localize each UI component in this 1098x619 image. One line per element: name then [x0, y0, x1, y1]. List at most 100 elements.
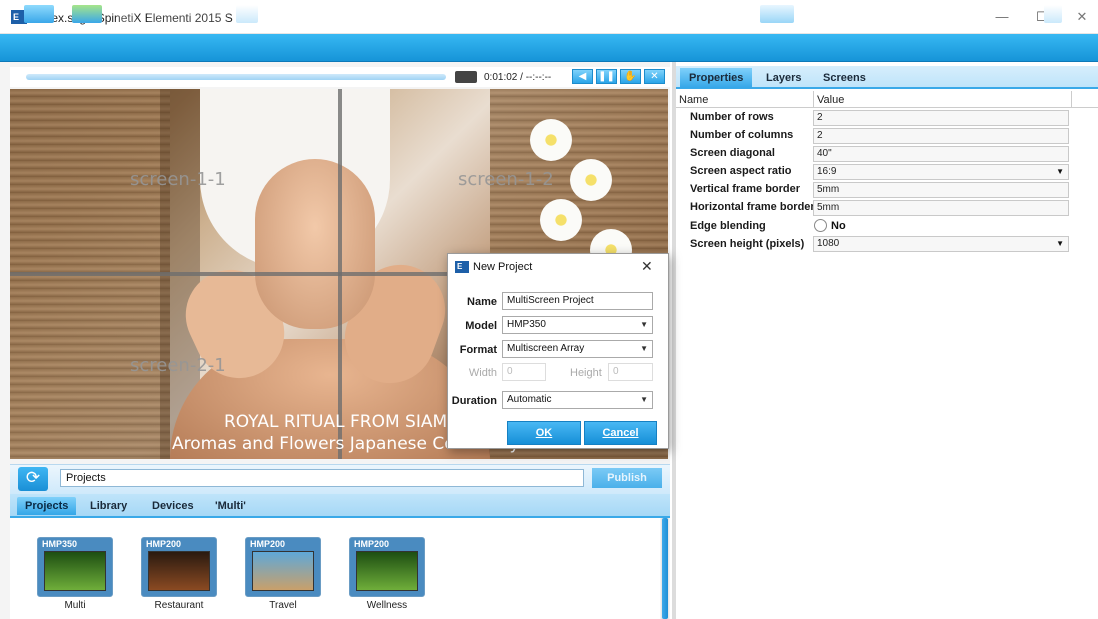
duration-select[interactable]: Automatic ▼	[502, 391, 653, 409]
column-separator	[1071, 91, 1072, 108]
project-tile-wellness[interactable]: HMP200	[349, 537, 425, 597]
chevron-down-icon: ▼	[640, 320, 648, 329]
project-tile-travel[interactable]: HMP200	[245, 537, 321, 597]
tab-screens[interactable]: Screens	[823, 72, 866, 84]
screen-label: screen-1-2	[458, 169, 554, 190]
property-name: Vertical frame border	[690, 183, 801, 195]
ok-button[interactable]: OK	[507, 421, 581, 445]
refresh-icon[interactable]: ⟳	[18, 467, 48, 491]
dialog-close-icon[interactable]: ✕	[641, 258, 653, 275]
toolbar	[0, 34, 1098, 62]
height-input[interactable]: 0	[608, 363, 653, 381]
pause-icon[interactable]: ❚❚	[596, 69, 617, 84]
screen-label: screen-1-1	[130, 169, 226, 190]
project-thumbnail	[252, 551, 314, 591]
bottom-tabs: Projects Library Devices 'Multi'	[10, 494, 670, 518]
help-icon[interactable]	[1068, 5, 1086, 23]
flower-icon	[530, 119, 572, 161]
face-shape	[255, 159, 375, 329]
duration-value: Automatic	[507, 394, 552, 405]
chevron-down-icon: ▼	[640, 395, 648, 404]
column-separator	[813, 91, 814, 108]
app-icon: E	[455, 261, 469, 273]
width-label: Width	[468, 367, 497, 379]
align-tools-icon[interactable]	[880, 5, 1030, 23]
project-thumbnail	[148, 551, 210, 591]
model-badge: HMP200	[354, 539, 390, 549]
project-name: Multi	[64, 600, 86, 611]
volume-icon[interactable]: ◀	[572, 69, 593, 84]
format-value: Multiscreen Array	[507, 343, 585, 354]
property-value-horizontal-border[interactable]: 5mm	[813, 200, 1069, 216]
tab-multi[interactable]: 'Multi'	[215, 500, 246, 512]
hand-icon[interactable]: ✋	[620, 69, 641, 84]
project-tile-multi[interactable]: HMP350	[37, 537, 113, 597]
tab-library[interactable]: Library	[90, 500, 127, 512]
format-label: Format	[459, 344, 497, 356]
layout-icon[interactable]	[760, 5, 794, 23]
cancel-button[interactable]: Cancel	[584, 421, 657, 445]
close-preview-icon[interactable]: ✕	[644, 69, 665, 84]
property-name: Edge blending	[690, 220, 766, 232]
document-icon[interactable]	[1044, 5, 1062, 23]
width-input[interactable]: 0	[502, 363, 546, 381]
time-readout: 0:01:02 / --:--:--	[484, 72, 552, 83]
tab-properties[interactable]: Properties	[680, 68, 753, 88]
property-select-screen-height[interactable]: 1080 ▼	[813, 236, 1069, 252]
property-value: 1080	[817, 238, 840, 249]
property-value-vertical-border[interactable]: 5mm	[813, 182, 1069, 198]
property-name: Number of rows	[690, 111, 774, 123]
project-name-input[interactable]: MultiScreen Project	[502, 292, 653, 310]
format-tools-icon[interactable]	[270, 5, 480, 23]
model-badge: HMP350	[42, 539, 78, 549]
new-document-icon[interactable]	[72, 5, 102, 23]
dialog-title: New Project	[473, 261, 533, 273]
font-select[interactable]	[492, 5, 572, 23]
property-value-columns[interactable]: 2	[813, 128, 1069, 144]
flower-icon	[540, 199, 582, 241]
tab-projects[interactable]: Projects	[17, 497, 77, 515]
menu-icon[interactable]	[24, 5, 54, 23]
model-select[interactable]: HMP350 ▼	[502, 316, 653, 334]
property-value: 16:9	[817, 166, 837, 177]
project-name: Restaurant	[154, 600, 204, 611]
flower-icon	[570, 159, 612, 201]
project-thumbnail	[356, 551, 418, 591]
project-thumbnail	[44, 551, 106, 591]
tab-layers[interactable]: Layers	[766, 72, 801, 84]
property-name: Number of columns	[690, 129, 794, 141]
edge-blending-value: No	[831, 220, 846, 232]
model-label: Model	[465, 320, 497, 332]
projects-path-input[interactable]: Projects	[60, 469, 584, 487]
column-header-value: Value	[817, 94, 845, 106]
undo-icon[interactable]	[236, 5, 258, 23]
save-icon[interactable]	[118, 5, 136, 23]
model-badge: HMP200	[146, 539, 182, 549]
project-name: Travel	[269, 600, 297, 611]
property-value-diagonal[interactable]: 40"	[813, 146, 1069, 162]
property-name: Screen aspect ratio	[690, 165, 792, 177]
edit-tools-icon[interactable]	[148, 5, 228, 23]
text-style-icon[interactable]	[620, 5, 750, 23]
format-select[interactable]: Multiscreen Array ▼	[502, 340, 653, 358]
model-value: HMP350	[507, 319, 546, 330]
screen-label: screen-2-1	[130, 355, 226, 376]
publish-button[interactable]: Publish	[592, 468, 662, 488]
duration-label: Duration	[451, 395, 497, 407]
project-tile-restaurant[interactable]: HMP200	[141, 537, 217, 597]
scrollbar-thumb[interactable]	[662, 518, 668, 619]
height-label: Height	[570, 367, 602, 379]
tab-devices[interactable]: Devices	[152, 500, 194, 512]
property-name: Screen height (pixels)	[690, 238, 805, 250]
property-select-aspect-ratio[interactable]: 16:9 ▼	[813, 164, 1069, 180]
seek-slider[interactable]	[26, 74, 446, 80]
font-size-select[interactable]	[580, 5, 614, 23]
model-badge: HMP200	[250, 539, 286, 549]
column-header-name: Name	[679, 94, 709, 106]
property-value-rows[interactable]: 2	[813, 110, 1069, 126]
caption-title: ROYAL RITUAL FROM SIAM	[224, 412, 448, 432]
chevron-down-icon: ▼	[640, 344, 648, 353]
name-label: Name	[467, 296, 497, 308]
edge-blending-radio[interactable]	[814, 219, 827, 232]
stop-icon[interactable]	[455, 71, 477, 83]
